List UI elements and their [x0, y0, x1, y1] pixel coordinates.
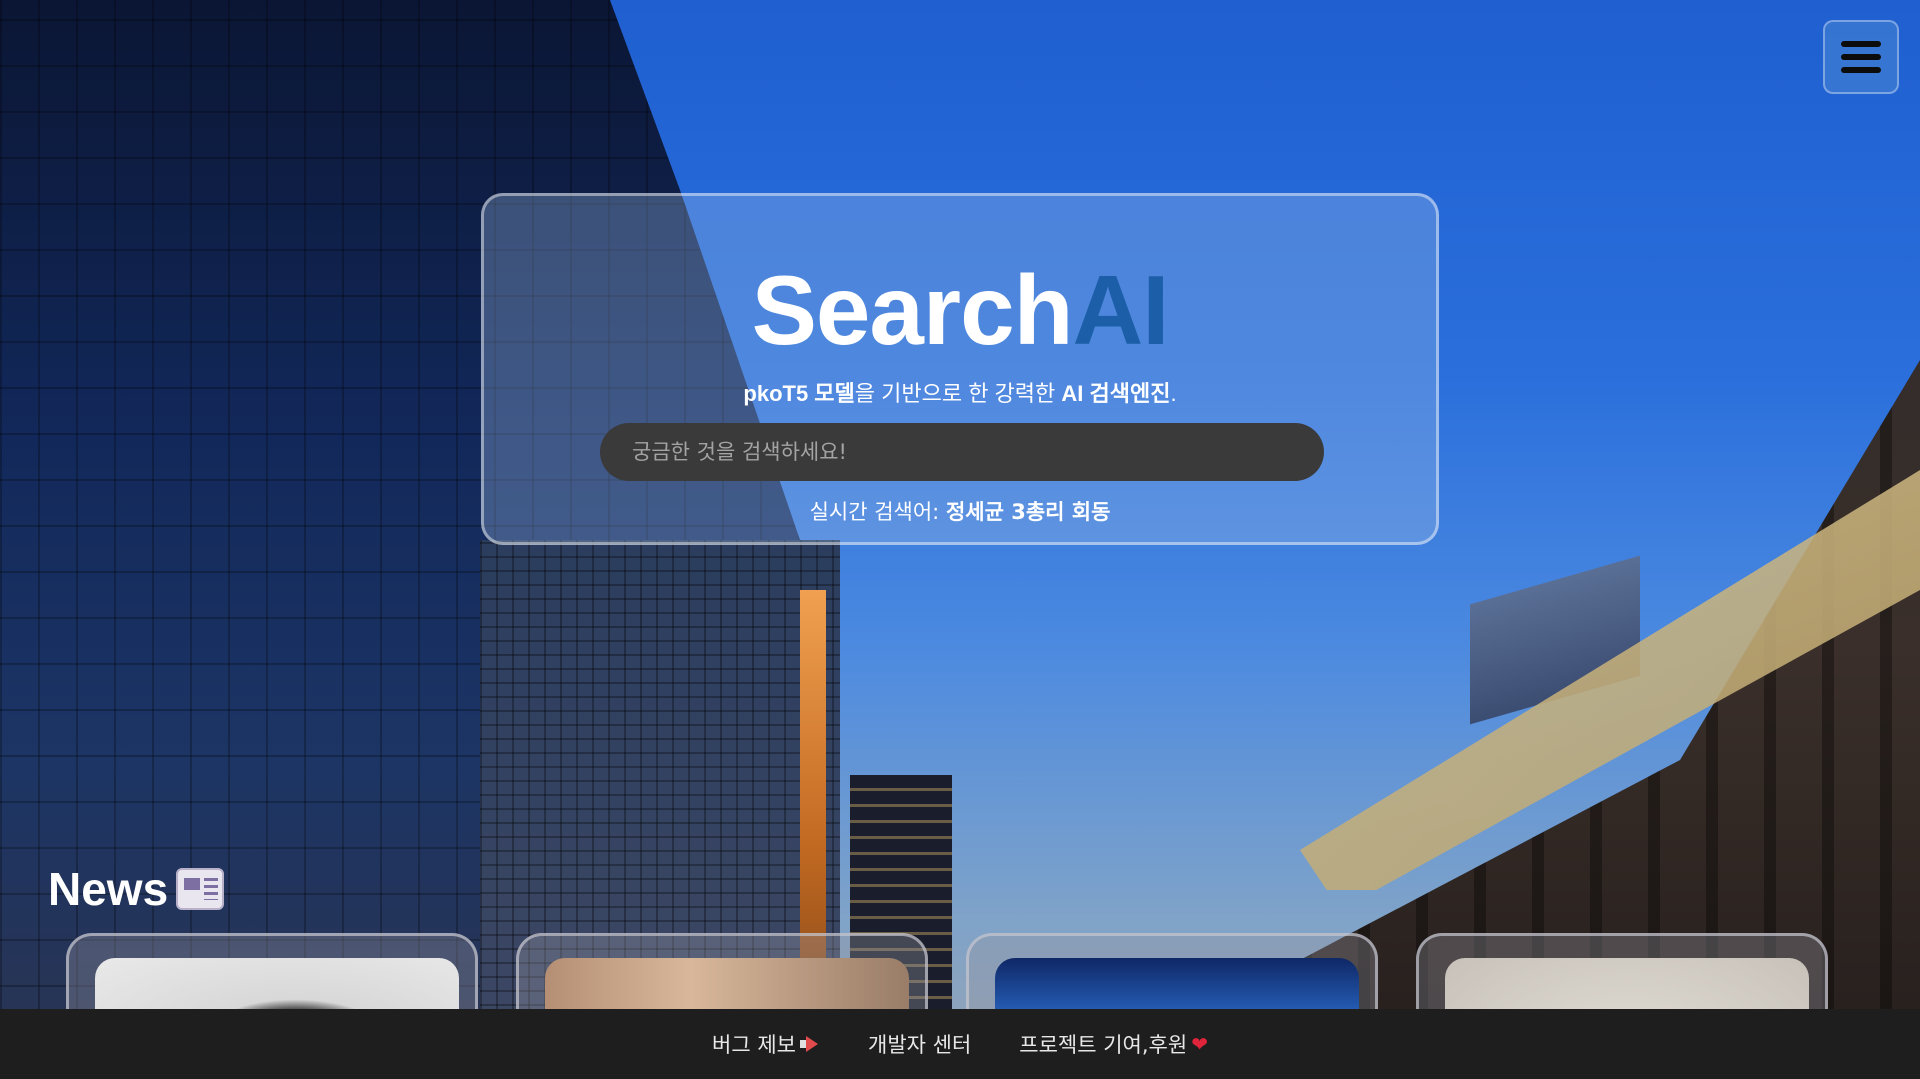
menu-button[interactable] [1823, 20, 1899, 94]
footer: 버그 제보 개발자 센터 프로젝트 기여,후원 ❤ [0, 1009, 1920, 1079]
logo-text-search: Search [751, 255, 1074, 365]
logo-text-ai: AI [1072, 255, 1169, 365]
developer-center-link[interactable]: 개발자 센터 [868, 1029, 971, 1059]
megaphone-icon [800, 1036, 820, 1052]
trending-keyword-link[interactable]: 정세균 3총리 회동 [946, 500, 1110, 524]
newspaper-icon [176, 868, 225, 910]
contribute-donate-link[interactable]: 프로젝트 기여,후원 ❤ [1019, 1029, 1208, 1059]
tagline-engine: AI 검색엔진 [1061, 381, 1171, 406]
bug-report-link[interactable]: 버그 제보 [712, 1029, 820, 1059]
hamburger-menu-icon [1841, 41, 1881, 73]
bug-report-label: 버그 제보 [712, 1033, 796, 1057]
search-input[interactable] [600, 423, 1324, 481]
tagline-middle: 을 기반으로 한 강력한 [854, 381, 1062, 406]
search-card: SearchAI pkoT5 모델을 기반으로 한 강력한 AI 검색엔진. 실… [481, 193, 1439, 545]
heart-icon: ❤ [1191, 1032, 1208, 1056]
contribute-donate-label: 프로젝트 기여,후원 [1019, 1033, 1188, 1057]
logo: SearchAI [484, 260, 1436, 360]
tagline-end: . [1170, 381, 1177, 406]
tagline-model: pkoT5 모델 [743, 381, 855, 406]
news-heading: News [48, 862, 225, 916]
trending-label: 실시간 검색어: [809, 500, 946, 524]
page: SearchAI pkoT5 모델을 기반으로 한 강력한 AI 검색엔진. 실… [0, 0, 1920, 1079]
tagline: pkoT5 모델을 기반으로 한 강력한 AI 검색엔진. [484, 376, 1436, 408]
developer-center-label: 개발자 센터 [868, 1033, 972, 1057]
trending-search: 실시간 검색어: 정세균 3총리 회동 [484, 496, 1436, 526]
news-title: News [48, 863, 169, 915]
